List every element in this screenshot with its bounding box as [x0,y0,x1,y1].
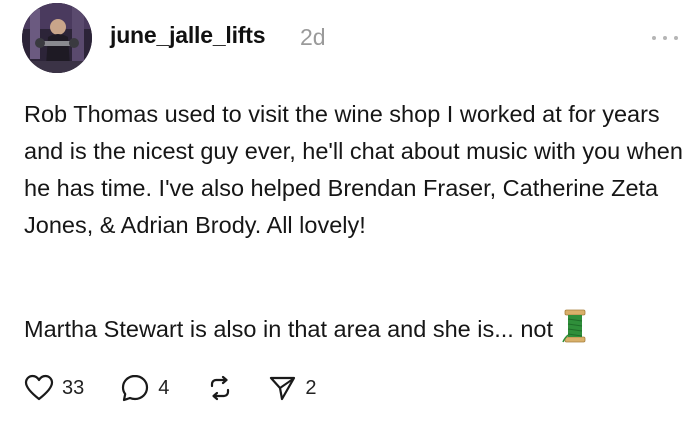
action-bar: 33 4 2 [24,372,343,404]
avatar-image [22,3,92,73]
post-card: june_jalle_lifts 2d Rob Thomas used to v… [0,0,700,423]
username[interactable]: june_jalle_lifts [110,22,266,49]
send-icon [270,376,296,401]
timestamp: 2d [300,24,326,50]
post-text-second-paragraph: Martha Stewart is also in that area and … [24,309,684,348]
heart-icon [24,374,54,401]
comment-count: 4 [158,376,170,399]
share-count: 2 [305,376,317,399]
post-text-line: Martha Stewart is also in that area and … [24,316,554,342]
like-button[interactable]: 33 [24,374,84,402]
dot [652,36,656,40]
thread-spool-icon [561,309,585,343]
repost-button[interactable] [205,373,235,403]
comment-bubble-icon [122,374,149,402]
dot [663,36,667,40]
more-options-icon[interactable] [652,32,678,44]
dot [674,36,678,40]
repost-icon [211,375,230,401]
comment-button[interactable]: 4 [120,373,169,403]
share-button[interactable]: 2 [267,373,317,403]
like-count: 33 [62,376,85,399]
avatar[interactable] [22,3,92,73]
post-text: Rob Thomas used to visit the wine shop I… [24,101,683,238]
